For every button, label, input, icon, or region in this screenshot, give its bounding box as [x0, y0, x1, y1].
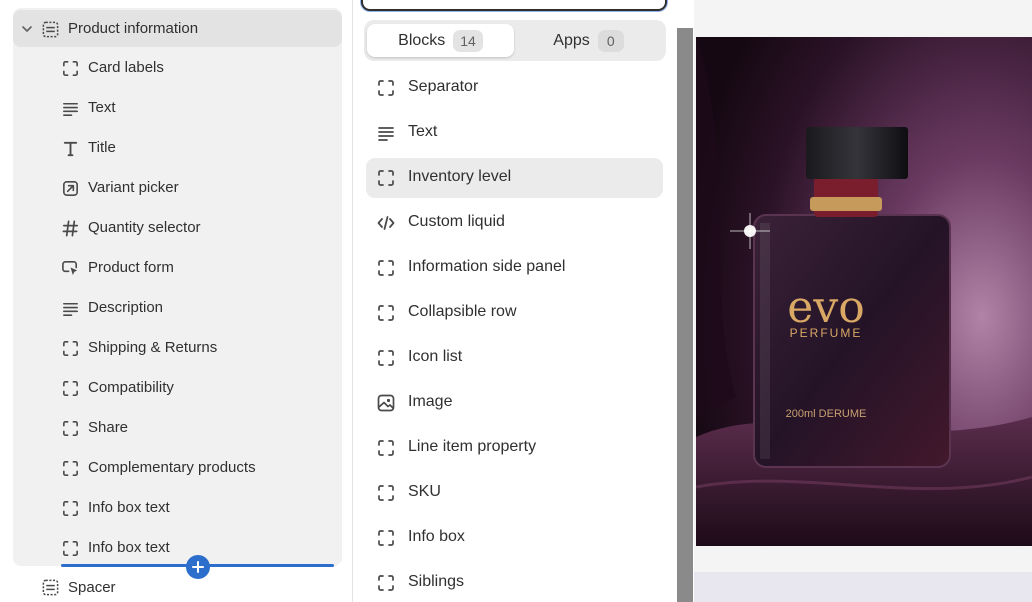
block-item-label: Compatibility	[88, 379, 174, 396]
block-option-label: Image	[408, 393, 453, 410]
block-option-label: Icon list	[408, 348, 463, 365]
block-item-shipping-and-returns[interactable]: Shipping & Returns	[61, 332, 341, 364]
block-item-label: Share	[88, 419, 129, 436]
tab-apps[interactable]: Apps 0	[515, 24, 662, 57]
text-lines-icon	[378, 127, 394, 141]
block-icon	[63, 341, 78, 356]
block-option-label: Line item property	[408, 438, 537, 455]
block-item-label: Product form	[88, 259, 174, 276]
block-icon	[378, 485, 394, 501]
tab-label: Blocks	[398, 31, 446, 49]
sidebar: Product information Card labels Text Title…	[0, 0, 352, 602]
add-block-option-collapsible-row[interactable]: Collapsible row	[366, 293, 663, 333]
section-product-information[interactable]: Product information	[13, 10, 342, 47]
block-icon	[63, 61, 78, 76]
block-option-label: Separator	[408, 78, 479, 95]
add-block-option-separator[interactable]: Separator	[366, 68, 663, 108]
block-item-label: Quantity selector	[88, 219, 201, 236]
block-icon	[63, 461, 78, 476]
section-icon	[42, 21, 59, 38]
block-icon	[63, 501, 78, 516]
add-block-option-image[interactable]: Image	[366, 383, 663, 423]
block-item-label: Text	[88, 99, 116, 116]
add-block-option-siblings[interactable]: Siblings	[366, 563, 663, 602]
add-block-option-icon-list[interactable]: Icon list	[366, 338, 663, 378]
scrollbar-gutter	[677, 0, 693, 28]
block-item-label: Description	[88, 299, 164, 316]
block-icon	[378, 80, 394, 96]
block-item-title[interactable]: Title	[61, 132, 341, 164]
section-tree-group: Product information Card labels Text Title…	[13, 8, 342, 566]
add-block-option-text[interactable]: Text	[366, 113, 663, 153]
block-item-label: Card labels	[88, 59, 164, 76]
block-icon	[378, 170, 394, 186]
block-item-variant-picker[interactable]: Variant picker	[61, 172, 341, 204]
product-image[interactable]: evo PERFUME 200ml DERUME	[696, 37, 1032, 546]
block-item-label: Variant picker	[88, 179, 179, 196]
block-item-complementary-products[interactable]: Complementary products	[61, 452, 341, 484]
picker-scrollbar[interactable]	[677, 28, 693, 602]
block-item-label: Complementary products	[88, 459, 256, 476]
block-item-label: Title	[88, 139, 116, 156]
section-label: Spacer	[68, 579, 116, 596]
block-option-label: Siblings	[408, 573, 465, 590]
block-option-label: Text	[408, 123, 438, 140]
perfume-bottle-image: evo PERFUME 200ml DERUME	[696, 37, 1032, 546]
volume-text: 200ml DERUME	[786, 408, 867, 420]
tab-label: Apps	[553, 31, 590, 49]
image-icon	[377, 394, 395, 412]
hashtag-icon	[62, 220, 79, 237]
add-block-option-info-box[interactable]: Info box	[366, 518, 663, 558]
block-search-input[interactable]	[361, 0, 667, 11]
block-item-label: Info box text	[88, 539, 170, 556]
tab-count-badge: 0	[597, 29, 624, 52]
code-icon	[377, 216, 395, 230]
block-item-text[interactable]: Text	[61, 92, 341, 124]
block-item-label: Shipping & Returns	[88, 339, 218, 356]
chevron-down-icon[interactable]	[20, 22, 34, 36]
section-spacer[interactable]: Spacer	[13, 570, 342, 602]
block-option-label: Info box	[408, 528, 465, 545]
block-item-description[interactable]: Description	[61, 292, 341, 324]
title-t-icon	[63, 141, 78, 157]
block-option-label: Collapsible row	[408, 303, 517, 320]
text-lines-icon	[63, 302, 78, 316]
block-icon	[63, 541, 78, 556]
cursor-form-icon	[62, 261, 78, 276]
block-option-label: SKU	[408, 483, 441, 500]
block-option-label: Inventory level	[408, 168, 512, 185]
block-option-label: Custom liquid	[408, 213, 505, 230]
add-block-option-line-item-property[interactable]: Line item property	[366, 428, 663, 468]
text-lines-icon	[63, 102, 78, 116]
tab-count-badge: 14	[453, 29, 483, 52]
block-item-quantity-selector[interactable]: Quantity selector	[61, 212, 341, 244]
block-option-label: Information side panel	[408, 258, 566, 275]
block-icon	[63, 381, 78, 396]
block-icon	[63, 421, 78, 436]
tab-blocks[interactable]: Blocks 14	[367, 24, 514, 57]
block-item-label: Info box text	[88, 499, 170, 516]
block-icon	[378, 305, 394, 321]
block-item-share[interactable]: Share	[61, 412, 341, 444]
preview-footer-strip	[694, 572, 1032, 602]
variant-picker-icon	[63, 181, 78, 196]
block-icon	[378, 530, 394, 546]
add-block-option-sku[interactable]: SKU	[366, 473, 663, 513]
picker-tabs: Blocks 14 Apps 0	[364, 20, 666, 61]
block-icon	[378, 575, 394, 591]
block-item-compatibility[interactable]: Compatibility	[61, 372, 341, 404]
block-picker-popover: Blocks 14 Apps 0 Separator Text Inventory …	[352, 0, 678, 602]
section-label: Product information	[68, 20, 199, 37]
block-item-product-form[interactable]: Product form	[61, 252, 341, 284]
sub-brand-text: PERFUME	[790, 326, 863, 340]
add-block-option-custom-liquid[interactable]: Custom liquid	[366, 203, 663, 243]
block-item-info-box-text[interactable]: Info box text	[61, 492, 341, 524]
block-icon	[378, 260, 394, 276]
add-block-option-information-side-panel[interactable]: Information side panel	[366, 248, 663, 288]
block-icon	[378, 440, 394, 456]
section-icon	[42, 579, 59, 596]
block-icon	[378, 350, 394, 366]
block-item-card-labels[interactable]: Card labels	[61, 52, 341, 84]
add-block-option-inventory-level[interactable]: Inventory level	[366, 158, 663, 198]
